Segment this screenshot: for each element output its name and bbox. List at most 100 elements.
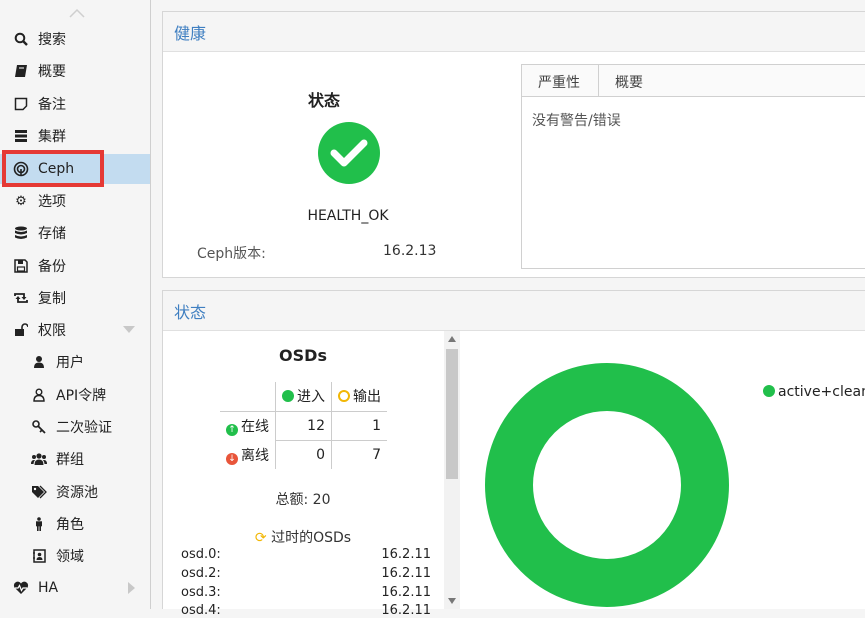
sidebar-item-search[interactable]: 搜索 <box>0 24 151 54</box>
out-status-icon <box>338 390 350 403</box>
osd-row-down: ↓ 离线 <box>220 440 276 469</box>
heartbeat-icon <box>12 579 30 597</box>
status-panel-header: 状态 <box>163 291 865 331</box>
osd-col-out: 输出 <box>331 382 387 412</box>
sidebar-item-permissions[interactable]: 权限 <box>0 315 151 345</box>
floppy-icon <box>12 257 30 275</box>
health-status-title: 状态 <box>308 91 341 110</box>
ceph-version-label: Ceph版本: <box>197 246 266 262</box>
sidebar-item-summary[interactable]: 概要 <box>0 56 151 86</box>
outdated-osd-row: osd.0: 16.2.11 <box>181 547 431 562</box>
sidebar-item-backup[interactable]: 备份 <box>0 251 151 281</box>
outdated-osd-row: osd.3: 16.2.11 <box>181 585 431 600</box>
pg-donut-chart <box>485 363 729 607</box>
search-icon <box>12 30 30 48</box>
sidebar-item-api-tokens[interactable]: API令牌 <box>0 380 151 410</box>
osd-down-in: 0 <box>275 440 332 469</box>
sidebar-item-label: 用户 <box>56 355 84 371</box>
sidebar-item-realms[interactable]: 领域 <box>0 541 151 571</box>
sidebar-item-ha[interactable]: HA <box>0 573 151 603</box>
sidebar-item-replication[interactable]: 复制 <box>0 283 151 313</box>
sidebar-item-groups[interactable]: 群组 <box>0 444 151 474</box>
sidebar-item-storage[interactable]: 存储 <box>0 218 151 248</box>
unlock-icon <box>12 321 30 339</box>
ceph-version-value: 16.2.13 <box>383 243 437 259</box>
sidebar-item-label: 搜索 <box>38 32 66 48</box>
sidebar-item-label: HA <box>38 580 59 596</box>
sidebar-item-label: 资源池 <box>56 485 98 501</box>
osd-down-out: 7 <box>331 440 387 469</box>
sidebar-item-label: 存储 <box>38 226 66 242</box>
sidebar-item-options[interactable]: ⚙ 选项 <box>0 186 151 216</box>
sidebar-item-notes[interactable]: 备注 <box>0 89 151 119</box>
user-icon <box>30 353 48 371</box>
server-icon <box>12 127 30 145</box>
sidebar-item-roles[interactable]: 角色 <box>0 509 151 539</box>
in-status-icon <box>282 390 294 403</box>
sidebar-item-label: 二次验证 <box>56 420 112 436</box>
osd-table: 进入 输出 ↑ 在线 12 1 ↓ 离线 0 7 <box>220 382 387 469</box>
legend-dot-icon <box>763 385 775 397</box>
retweet-icon <box>12 289 30 307</box>
sidebar: 搜索 概要 备注 集群 Ceph ⚙ 选项 存储 备份 复制 权限 用户 API… <box>0 0 151 609</box>
ceph-icon <box>12 160 30 178</box>
arrow-down-circle-icon: ↓ <box>226 452 238 465</box>
pg-legend[interactable]: active+clean: <box>763 384 865 400</box>
users-icon <box>30 450 48 468</box>
scroll-up-arrow-icon[interactable] <box>447 335 457 343</box>
key-icon <box>30 418 48 436</box>
scroll-up-icon[interactable] <box>67 6 87 20</box>
expand-arrow-icon[interactable] <box>128 582 135 594</box>
outdated-osd-row: osd.2: 16.2.11 <box>181 566 431 581</box>
health-panel: 健康 状态 HEALTH_OK Ceph版本: 16.2.13 严重性 概要 没… <box>162 11 865 278</box>
no-warnings-text: 没有警告/错误 <box>532 113 621 129</box>
scrollbar-thumb[interactable] <box>446 349 458 479</box>
database-icon <box>12 224 30 242</box>
osd-up-in: 12 <box>275 410 332 441</box>
osd-up-out: 1 <box>331 410 387 441</box>
osd-scrollbar[interactable] <box>444 331 460 609</box>
sidebar-item-label: 角色 <box>56 517 84 533</box>
column-severity[interactable]: 严重性 <box>522 65 599 96</box>
status-panel: 状态 OSDs 进入 输出 ↑ 在线 12 1 ↓ 离线 0 7 总额: 20 ⟳ … <box>162 290 865 618</box>
warnings-table: 严重性 概要 没有警告/错误 <box>521 64 865 269</box>
osd-total: 总额: 20 <box>275 492 331 508</box>
sidebar-item-label: API令牌 <box>56 388 107 404</box>
sidebar-item-label: 选项 <box>38 194 66 210</box>
sidebar-item-label: 集群 <box>38 129 66 145</box>
gear-icon: ⚙ <box>15 193 27 209</box>
sidebar-item-label: 备注 <box>38 97 66 113</box>
sidebar-item-pools[interactable]: 资源池 <box>0 477 151 507</box>
refresh-icon: ⟳ <box>254 530 267 546</box>
column-summary[interactable]: 概要 <box>599 65 643 96</box>
book-icon <box>12 62 30 80</box>
sidebar-item-ceph[interactable]: Ceph <box>0 154 150 184</box>
sidebar-item-users[interactable]: 用户 <box>0 347 151 377</box>
arrow-up-circle-icon: ↑ <box>226 423 238 436</box>
scroll-down-arrow-icon[interactable] <box>447 597 457 605</box>
sidebar-item-label: 群组 <box>56 452 84 468</box>
sidebar-item-label: 复制 <box>38 291 66 307</box>
health-ok-icon <box>318 122 380 184</box>
warnings-table-header: 严重性 概要 <box>522 65 865 97</box>
osds-title: OSDs <box>279 346 327 365</box>
health-panel-header: 健康 <box>163 12 865 52</box>
expand-arrow-icon[interactable] <box>123 326 135 333</box>
user-outline-icon <box>30 386 48 404</box>
address-book-icon <box>30 547 48 565</box>
sidebar-item-label: Ceph <box>38 161 75 177</box>
health-status-value: HEALTH_OK <box>307 208 389 224</box>
sidebar-item-two-factor[interactable]: 二次验证 <box>0 412 151 442</box>
sidebar-item-label: 权限 <box>38 323 66 339</box>
osd-col-in: 进入 <box>275 382 332 412</box>
note-icon <box>12 95 30 113</box>
osd-row-up: ↑ 在线 <box>220 410 276 440</box>
donut-ring <box>485 363 729 607</box>
sidebar-item-label: 备份 <box>38 259 66 275</box>
sidebar-item-cluster[interactable]: 集群 <box>0 121 151 151</box>
outdated-osd-row: osd.4: 16.2.11 <box>181 603 431 618</box>
outdated-osds-title: ⟳ 过时的OSDs <box>254 530 352 546</box>
sidebar-item-label: 概要 <box>38 64 66 80</box>
sidebar-item-label: 领域 <box>56 549 84 565</box>
male-icon <box>30 515 48 533</box>
